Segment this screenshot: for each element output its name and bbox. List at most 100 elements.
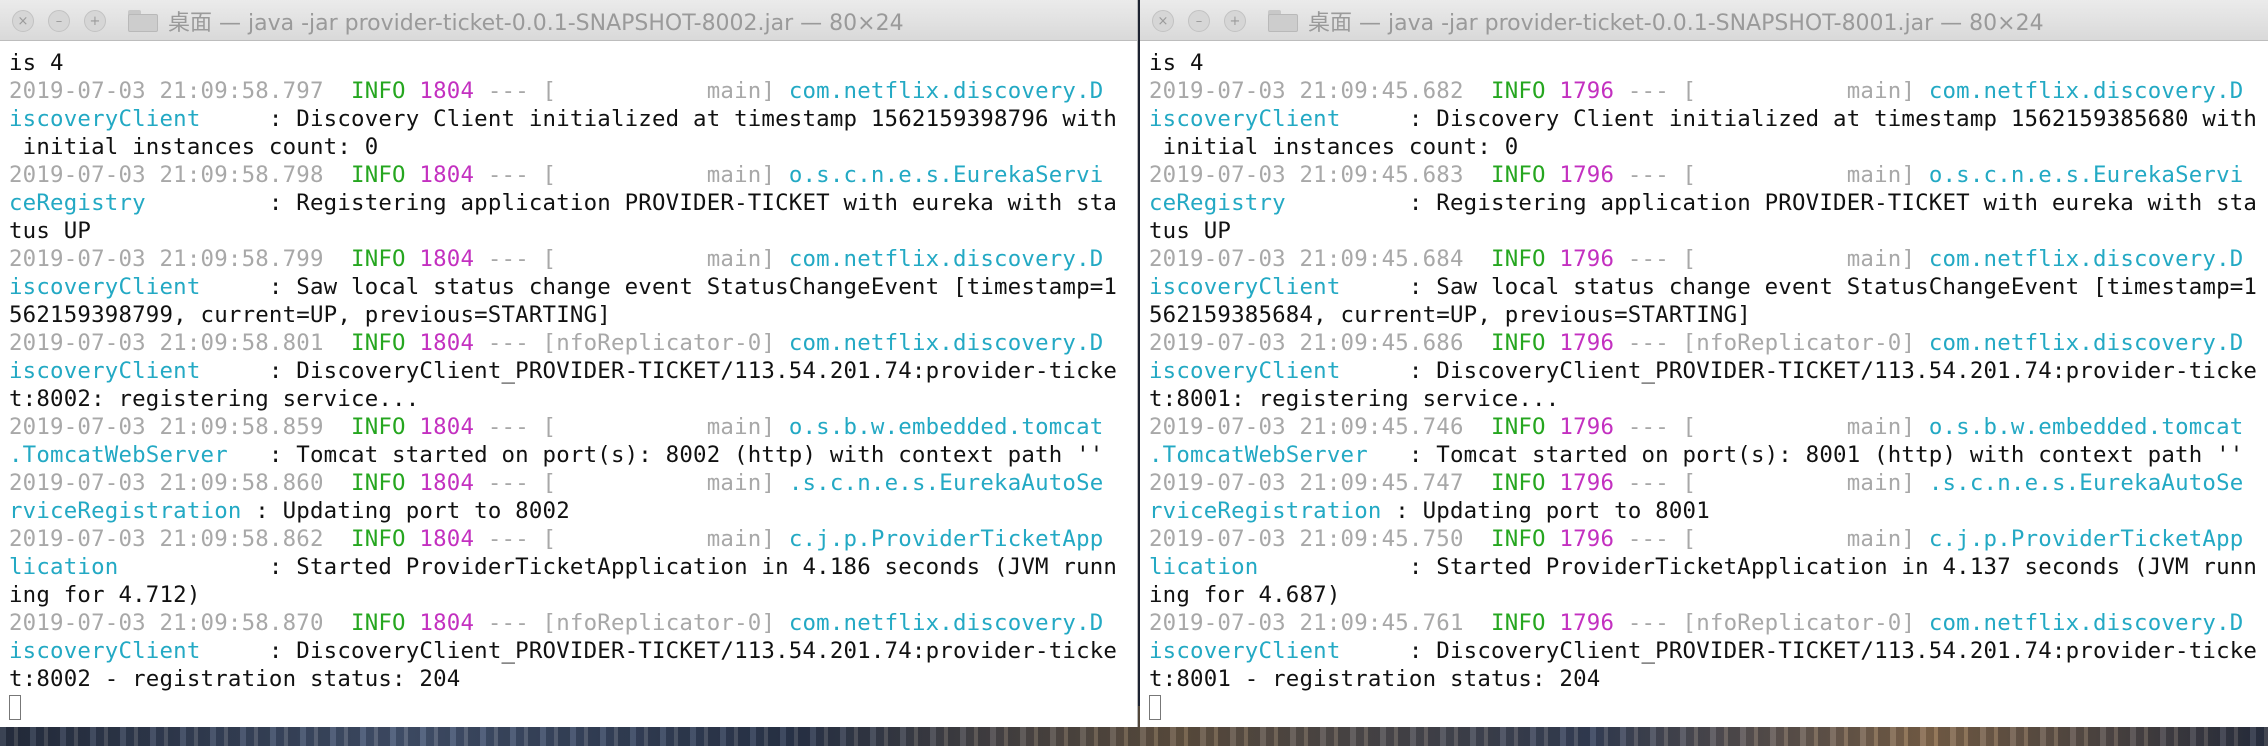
terminal-line: 2019-07-03 21:09:58.859 INFO 1804 --- [ … [9,413,1137,441]
minimize-icon[interactable]: – [1188,10,1210,32]
terminal-window-8002[interactable]: × – + 桌面 — java -jar provider-ticket-0.0… [0,0,1138,727]
zoom-icon[interactable]: + [84,10,106,32]
log-logger: o.s.c.n.e.s.EurekaServi [775,162,1104,188]
terminal-line: ing for 4.712) [9,581,1137,609]
terminal-line: ceRegistry : Registering application PRO… [1149,189,2268,217]
log-level: INFO [1463,330,1546,356]
log-separator: --- [ [1614,610,1697,636]
title-bar[interactable]: × – + 桌面 — java -jar provider-ticket-0.0… [0,0,1137,41]
log-pid: 1796 [1545,526,1615,552]
log-logger: com.netflix.discovery.D [1915,330,2244,356]
terminal-window-8001[interactable]: × – + 桌面 — java -jar provider-ticket-0.0… [1140,0,2268,727]
log-message: : Saw local status change event StatusCh… [1340,274,2258,300]
log-pid: 1804 [405,246,475,272]
log-separator: --- [ [1614,470,1697,496]
terminal-line: rviceRegistration : Updating port to 800… [1149,497,2268,525]
log-message: t:8002: registering service... [9,386,420,412]
log-logger: ceRegistry [1149,190,1286,216]
log-level: INFO [323,162,406,188]
log-thread: main] [1696,78,1916,104]
log-message: : Tomcat started on port(s): 8001 (http)… [1367,442,2244,468]
log-logger: iscoveryClient [9,358,201,384]
log-pid: 1796 [1545,162,1615,188]
log-pid: 1804 [405,526,475,552]
log-logger: ceRegistry [9,190,146,216]
log-logger: com.netflix.discovery.D [1915,610,2244,636]
log-separator: --- [ [474,330,557,356]
terminal-line: is 4 [1149,49,2268,77]
log-separator: --- [ [474,78,557,104]
terminal-line: iscoveryClient : DiscoveryClient_PROVIDE… [1149,357,2268,385]
log-logger: lication [1149,554,1259,580]
log-logger: com.netflix.discovery.D [775,78,1104,104]
terminal-line: ceRegistry : Registering application PRO… [9,189,1137,217]
log-logger: iscoveryClient [9,106,201,132]
log-separator: --- [ [474,414,557,440]
log-message: : Discovery Client initialized at timest… [200,106,1118,132]
log-level: INFO [1463,610,1546,636]
log-logger: .TomcatWebServer [9,442,228,468]
terminal-line: 2019-07-03 21:09:58.870 INFO 1804 --- [n… [9,609,1137,637]
log-thread: nfoReplicator-0] [1696,330,1916,356]
log-pid: 1804 [405,414,475,440]
window-title-text: 桌面 — java -jar provider-ticket-0.0.1-SNA… [1308,10,2044,36]
terminal-line: 562159385684, current=UP, previous=START… [1149,301,2268,329]
terminal-line: 2019-07-03 21:09:58.862 INFO 1804 --- [ … [9,525,1137,553]
log-level: INFO [1463,78,1546,104]
log-thread: main] [556,78,776,104]
close-icon[interactable]: × [1152,10,1174,32]
terminal-output[interactable]: is 4 2019-07-03 21:09:58.797 INFO 1804 --… [0,41,1137,721]
log-separator: --- [ [474,610,557,636]
log-level: INFO [323,246,406,272]
log-thread: main] [1696,526,1916,552]
terminal-line: 2019-07-03 21:09:45.684 INFO 1796 --- [ … [1149,245,2268,273]
terminal-line: t:8002: registering service... [9,385,1137,413]
terminal-line: 2019-07-03 21:09:45.682 INFO 1796 --- [ … [1149,77,2268,105]
log-timestamp: 2019-07-03 21:09:45.746 [1149,414,1464,440]
terminal-line: iscoveryClient : Saw local status change… [9,273,1137,301]
terminal-output[interactable]: is 4 2019-07-03 21:09:45.682 INFO 1796 --… [1140,41,2268,721]
log-message: : Saw local status change event StatusCh… [200,274,1118,300]
log-logger: c.j.p.ProviderTicketApp [775,526,1104,552]
log-timestamp: 2019-07-03 21:09:58.798 [9,162,324,188]
terminal-line: tus UP [1149,217,2268,245]
log-timestamp: 2019-07-03 21:09:58.859 [9,414,324,440]
window-title-text: 桌面 — java -jar provider-ticket-0.0.1-SNA… [168,10,904,36]
traffic-lights: × – + [1152,10,1246,32]
log-message: : DiscoveryClient_PROVIDER-TICKET/113.54… [1340,358,2258,384]
log-timestamp: 2019-07-03 21:09:58.799 [9,246,324,272]
log-separator: --- [ [1614,246,1697,272]
zoom-icon[interactable]: + [1224,10,1246,32]
log-pid: 1796 [1545,610,1615,636]
terminal-line: lication : Started ProviderTicketApplica… [9,553,1137,581]
log-separator: --- [ [474,246,557,272]
log-timestamp: 2019-07-03 21:09:45.761 [1149,610,1464,636]
log-pid: 1804 [405,330,475,356]
log-logger: o.s.b.w.embedded.tomcat [1915,414,2244,440]
log-separator: --- [ [1614,330,1697,356]
log-logger: com.netflix.discovery.D [775,246,1104,272]
minimize-icon[interactable]: – [48,10,70,32]
log-logger: com.netflix.discovery.D [775,330,1104,356]
close-icon[interactable]: × [12,10,34,32]
title-bar[interactable]: × – + 桌面 — java -jar provider-ticket-0.0… [1140,0,2268,41]
terminal-line: 2019-07-03 21:09:58.860 INFO 1804 --- [ … [9,469,1137,497]
log-thread: main] [1696,414,1916,440]
log-message: ing for 4.712) [9,582,201,608]
log-level: INFO [323,610,406,636]
folder-icon [1268,9,1298,32]
log-message: is 4 [1149,50,1204,76]
log-message: : Discovery Client initialized at timest… [1340,106,2258,132]
log-message: t:8001: registering service... [1149,386,1560,412]
log-level: INFO [1463,526,1546,552]
terminal-line: 2019-07-03 21:09:45.686 INFO 1796 --- [n… [1149,329,2268,357]
log-message: : DiscoveryClient_PROVIDER-TICKET/113.54… [200,358,1118,384]
log-separator: --- [ [474,470,557,496]
log-pid: 1796 [1545,470,1615,496]
log-message: 562159398799, current=UP, previous=START… [9,302,611,328]
terminal-line: 2019-07-03 21:09:45.747 INFO 1796 --- [ … [1149,469,2268,497]
log-pid: 1796 [1545,78,1615,104]
terminal-line: 2019-07-03 21:09:58.797 INFO 1804 --- [ … [9,77,1137,105]
log-thread: main] [556,470,776,496]
log-message: is 4 [9,50,64,76]
